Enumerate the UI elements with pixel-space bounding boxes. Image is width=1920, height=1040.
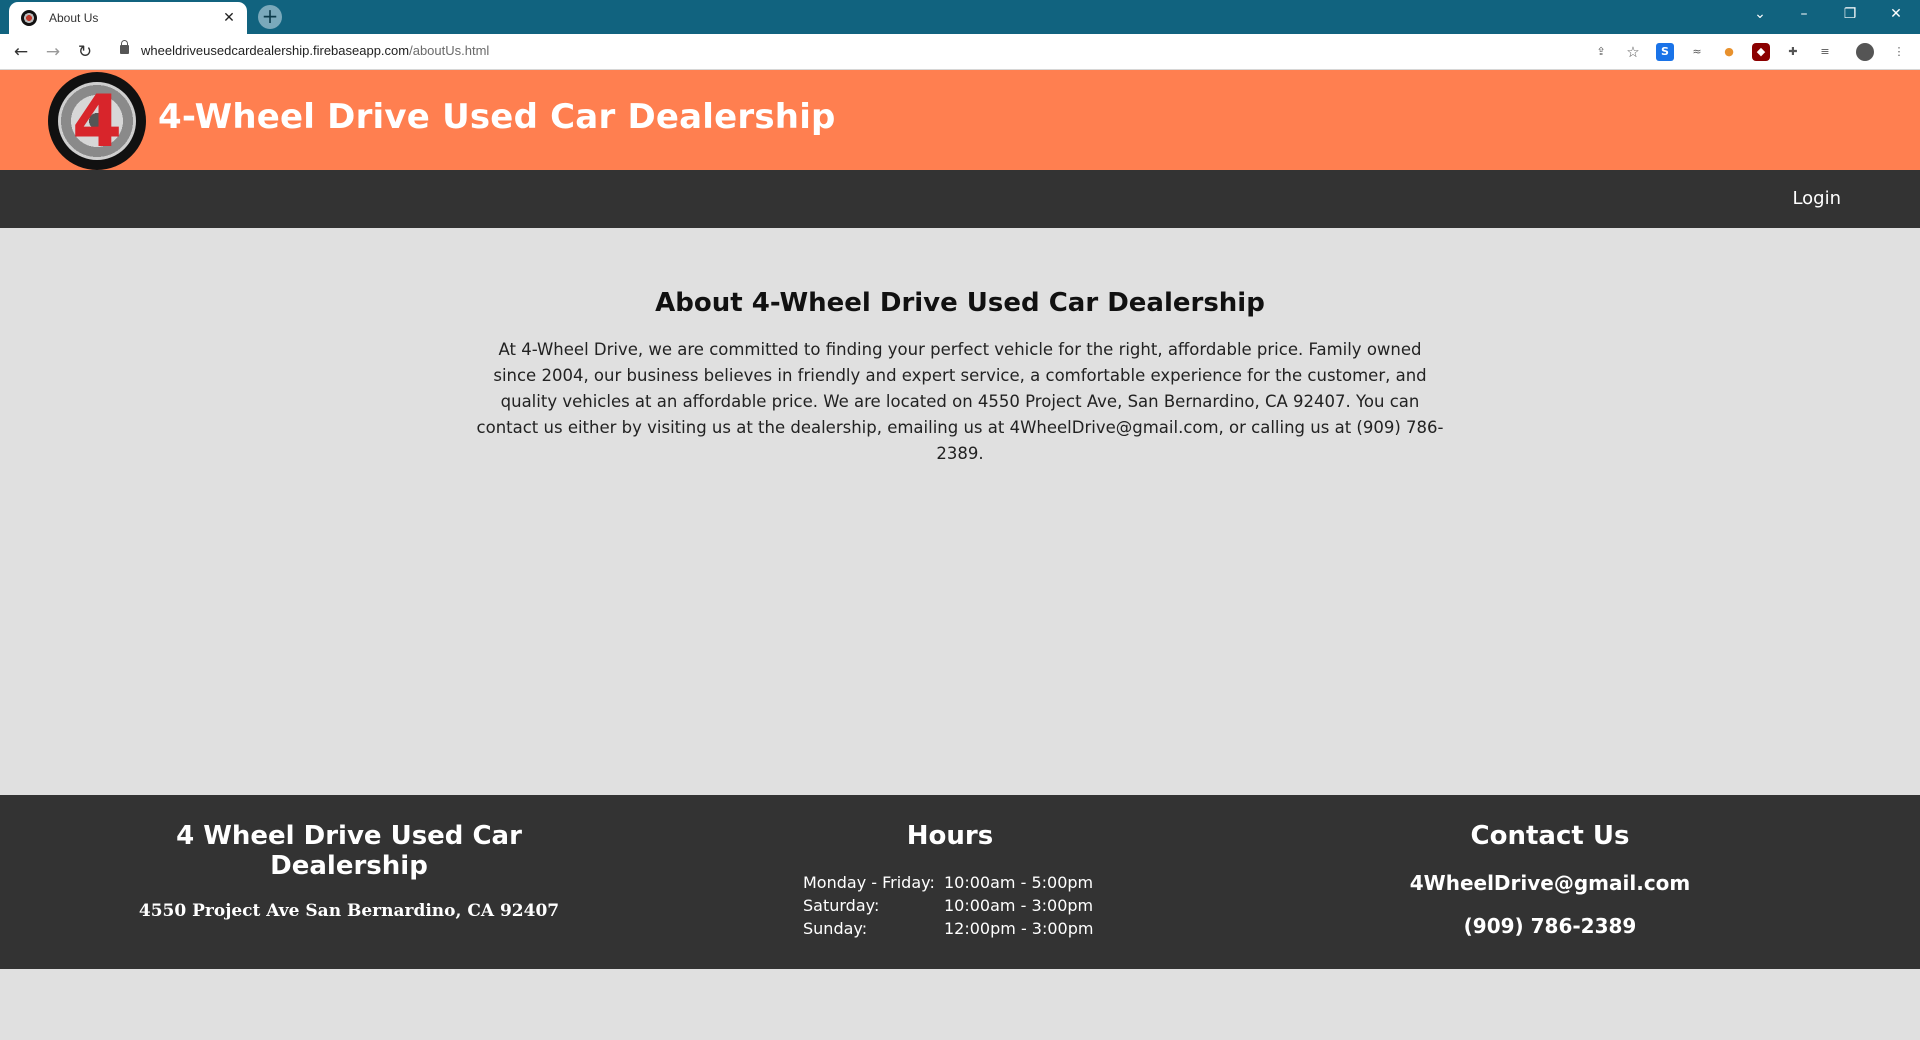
login-link[interactable]: Login xyxy=(1792,188,1841,209)
footer-dealer-section: 4 Wheel Drive Used Car Dealership 4550 P… xyxy=(99,821,599,921)
footer-hours-title: Hours xyxy=(906,821,994,851)
page-title: About 4-Wheel Drive Used Car Dealership xyxy=(655,288,1265,318)
hours-day: Monday - Friday: xyxy=(803,873,935,892)
tab-search-chevron-icon[interactable]: ⌄ xyxy=(1740,0,1780,28)
close-window-icon[interactable]: ✕ xyxy=(1876,0,1916,28)
minimize-icon[interactable]: – xyxy=(1784,0,1824,28)
footer-email: 4WheelDrive@gmail.com xyxy=(1409,871,1691,895)
reload-icon[interactable]: ↻ xyxy=(73,40,97,64)
lock-icon xyxy=(120,40,129,54)
restore-icon[interactable]: ❐ xyxy=(1830,0,1870,28)
hours-row: Saturday: 10:00am - 3:00pm xyxy=(803,894,1093,917)
footer-hours-section: Hours xyxy=(750,821,1150,851)
footer-contact-section: Contact Us 4WheelDrive@gmail.com (909) 7… xyxy=(1320,821,1780,938)
back-arrow-icon[interactable]: ← xyxy=(9,40,33,64)
site-title: 4-Wheel Drive Used Car Dealership xyxy=(158,97,836,137)
hours-time: 10:00am - 3:00pm xyxy=(944,896,1094,915)
ublock-shield-icon[interactable]: ◆ xyxy=(1752,43,1770,61)
site-footer: 4 Wheel Drive Used Car Dealership 4550 P… xyxy=(0,795,1920,969)
hours-time: 10:00am - 5:00pm xyxy=(944,873,1094,892)
forward-arrow-icon[interactable]: → xyxy=(41,40,65,64)
browser-toolbar: ← → ↻ wheeldriveusedcardealership.fireba… xyxy=(0,34,1920,70)
address-bar[interactable]: wheeldriveusedcardealership.firebaseapp.… xyxy=(141,43,489,58)
extension-scribble-icon[interactable]: ≈ xyxy=(1688,43,1706,61)
extension-honey-icon[interactable]: ● xyxy=(1720,43,1738,61)
extensions-puzzle-icon[interactable]: ✚ xyxy=(1784,43,1802,61)
about-paragraph: At 4-Wheel Drive, we are committed to fi… xyxy=(476,340,1444,463)
site-nav: Login xyxy=(0,170,1920,228)
profile-avatar-icon[interactable] xyxy=(1856,43,1874,61)
hours-time: 12:00pm - 3:00pm xyxy=(944,919,1094,938)
footer-dealer-title: 4 Wheel Drive Used Car Dealership xyxy=(176,821,522,881)
hours-table: Monday - Friday: 10:00am - 5:00pm Saturd… xyxy=(803,871,1093,940)
extension-s-icon[interactable]: S xyxy=(1656,43,1674,61)
url-path: /aboutUs.html xyxy=(409,43,490,58)
browser-tab-active[interactable]: About Us ✕ xyxy=(9,2,247,34)
tab-title: About Us xyxy=(49,11,99,25)
dealership-logo[interactable]: 4 xyxy=(48,72,146,170)
share-icon[interactable]: ⇪ xyxy=(1592,43,1610,61)
bookmark-star-icon[interactable]: ☆ xyxy=(1624,43,1642,61)
hours-row: Sunday: 12:00pm - 3:00pm xyxy=(803,917,1093,940)
site-header: 4 4-Wheel Drive Used Car Dealership xyxy=(0,70,1920,170)
logo-numeral: 4 xyxy=(71,79,123,163)
tab-close-icon[interactable]: ✕ xyxy=(221,10,237,26)
browser-tabstrip: About Us ✕ + ⌄ – ❐ ✕ xyxy=(0,0,1920,34)
new-tab-button[interactable]: + xyxy=(258,5,282,29)
hours-day: Sunday: xyxy=(803,919,868,938)
reading-list-icon[interactable]: ≡ xyxy=(1816,43,1834,61)
hours-day: Saturday: xyxy=(803,896,880,915)
footer-address: 4550 Project Ave San Bernardino, CA 9240… xyxy=(138,901,560,921)
url-host: wheeldriveusedcardealership.firebaseapp.… xyxy=(141,43,410,58)
hours-row: Monday - Friday: 10:00am - 5:00pm xyxy=(803,871,1093,894)
kebab-menu-icon[interactable]: ⋮ xyxy=(1890,43,1908,61)
footer-phone: (909) 786-2389 xyxy=(1463,914,1637,938)
footer-contact-title: Contact Us xyxy=(1470,821,1630,851)
wheel-favicon-icon xyxy=(21,10,37,26)
